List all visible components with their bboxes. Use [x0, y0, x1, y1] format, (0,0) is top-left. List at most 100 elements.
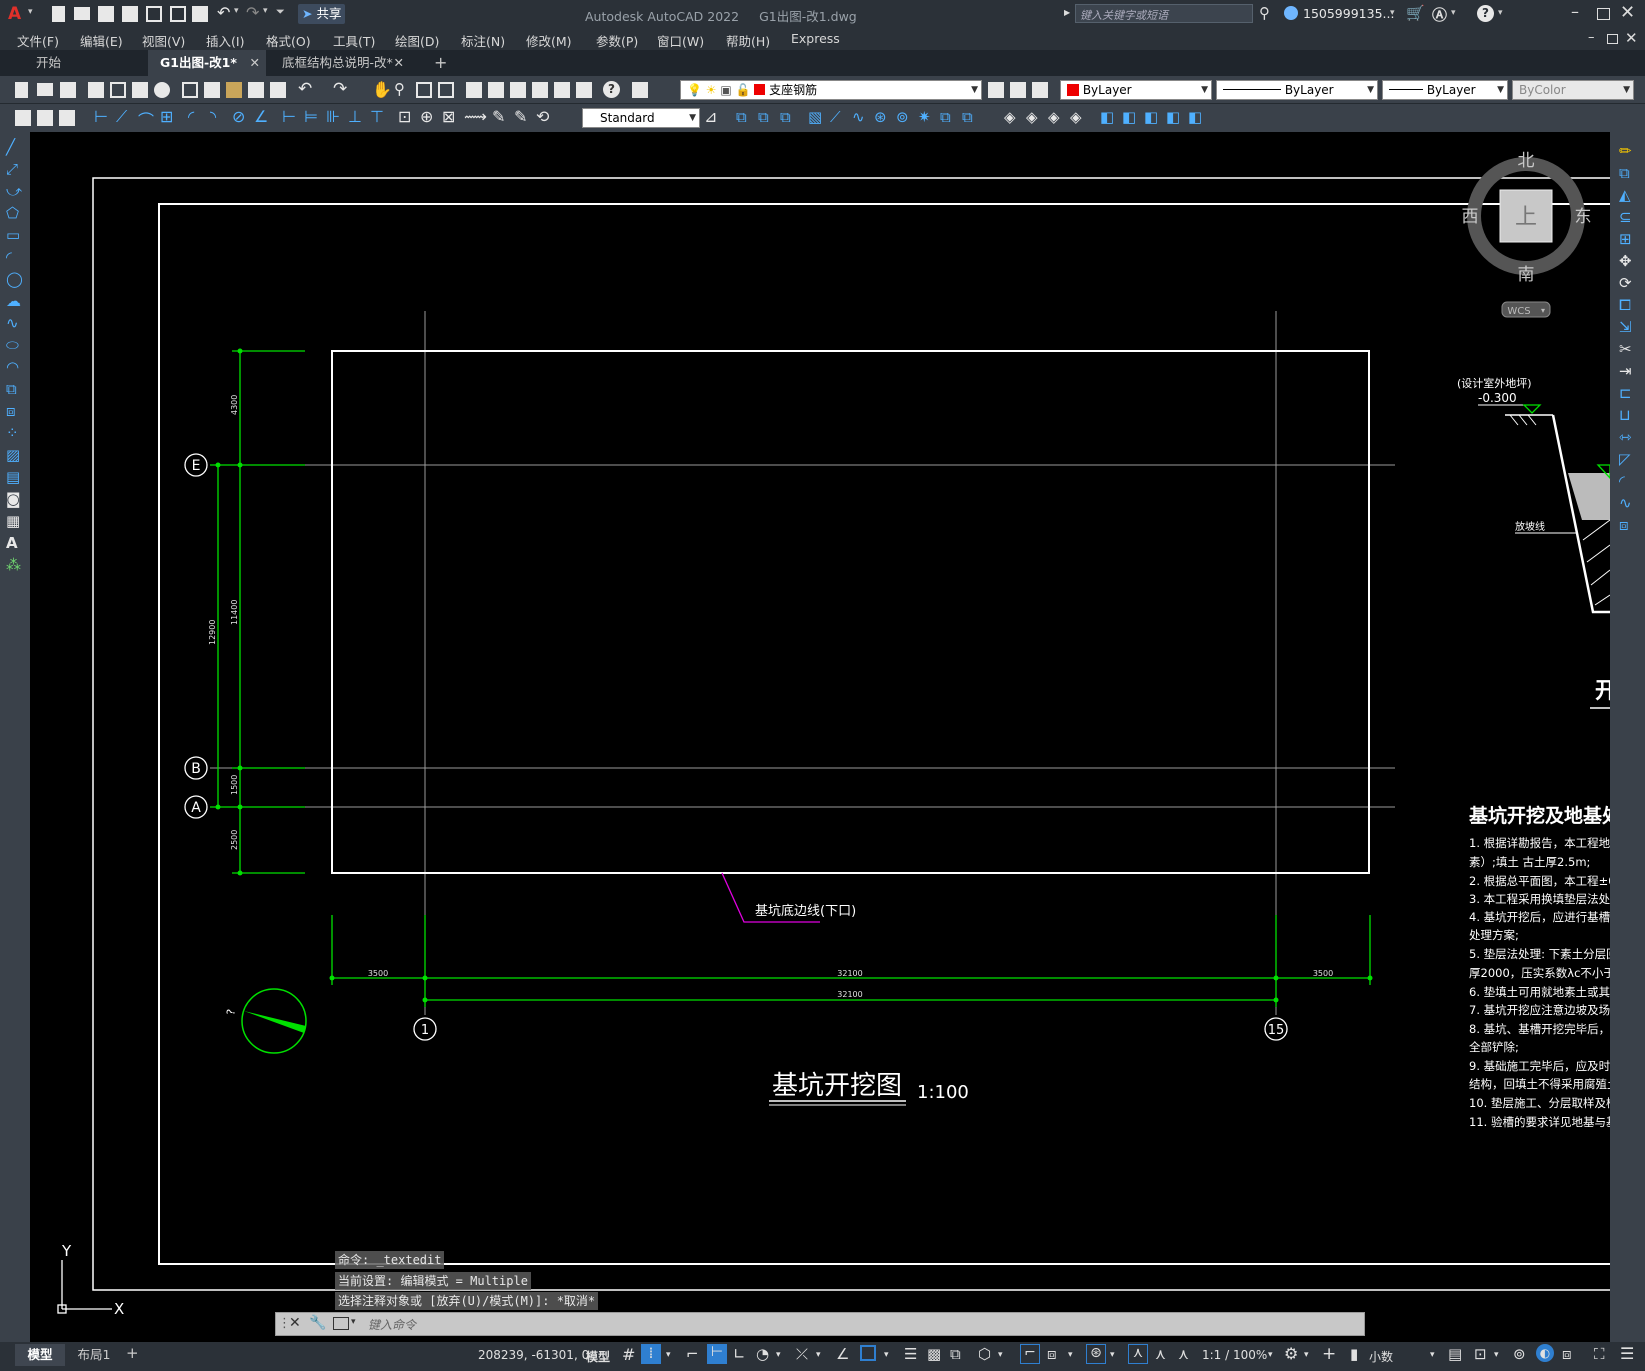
tab-notes[interactable]: 底框结构总说明-改* ✕ [270, 50, 410, 76]
menu-insert[interactable]: 插入(I) [206, 31, 244, 50]
menu-tools[interactable]: 工具(T) [333, 31, 375, 50]
menu-parametric[interactable]: 参数(P) [596, 31, 638, 50]
modify2-draworder3-icon[interactable]: ⧉ [780, 108, 791, 126]
rotate-icon[interactable]: ⟳ [1619, 274, 1637, 296]
3d-osnap-icon[interactable]: ⬡ [978, 1345, 991, 1363]
hardware-accel-icon[interactable]: ◐ [1536, 1344, 1554, 1362]
search-input[interactable]: 键入关键字或短语 [1075, 4, 1253, 23]
units-icon[interactable]: ▮ [1350, 1345, 1358, 1363]
inspect-icon[interactable]: ⊠ [442, 107, 455, 126]
jogged-linear-icon[interactable]: ⟿ [464, 107, 487, 126]
autoscale-icon[interactable]: ⋏ [1155, 1345, 1166, 1363]
menu-help[interactable]: 帮助(H) [726, 31, 770, 50]
wcs-label[interactable]: WCS [1507, 306, 1530, 317]
infer-icon[interactable]: ⌐ [686, 1345, 699, 1363]
autocad-logo-icon[interactable]: A [8, 4, 28, 24]
tb-pan-icon[interactable]: ✋ [372, 80, 392, 99]
ellipse-arc-icon[interactable]: ◠ [6, 358, 24, 380]
tb-zoom-realtime-icon[interactable]: ⚲ [394, 80, 405, 98]
tb-redo-icon[interactable]: ↷ [333, 79, 347, 99]
workspace-gear-icon[interactable]: ⚙ [1284, 1344, 1298, 1363]
break-point-icon[interactable]: ⊏ [1619, 384, 1637, 406]
break-icon[interactable]: ⊔ [1619, 406, 1637, 428]
tb-paste-icon[interactable] [226, 82, 242, 98]
menu-format[interactable]: 格式(O) [266, 31, 311, 50]
osnap-dropdown-icon[interactable]: ▾ [884, 1350, 889, 1360]
user-dropdown-icon[interactable]: ▾ [1390, 8, 1395, 18]
3d-osnap-dropdown-icon[interactable]: ▾ [998, 1350, 1003, 1360]
command-recent-dropdown-icon[interactable]: ▾ [351, 1317, 356, 1327]
tolerance-icon[interactable]: ⊡ [398, 107, 411, 126]
cart-icon[interactable]: 🛒 [1406, 4, 1425, 22]
modify2-draworder2-icon[interactable]: ⧉ [758, 108, 769, 126]
make-block-icon[interactable]: ⧈ [6, 402, 24, 424]
menu-draw[interactable]: 绘图(D) [395, 31, 439, 50]
polar-dropdown-icon[interactable]: ▾ [776, 1350, 781, 1360]
doc-restore-icon[interactable] [1607, 34, 1618, 44]
lock-ui-icon[interactable]: ⊡ [1474, 1345, 1487, 1363]
tab-g1-close-icon[interactable]: ✕ [250, 50, 260, 76]
modify2-blockedit-icon[interactable]: ⊚ [896, 108, 909, 126]
modify2-stretch-icon[interactable]: ⧉ [962, 108, 973, 126]
command-settings-icon[interactable]: 🔧 [309, 1315, 326, 1331]
dim-break-icon[interactable]: ⊤ [370, 107, 384, 126]
save-as-icon[interactable] [122, 6, 138, 22]
tab-notes-close-icon[interactable]: ✕ [394, 50, 404, 76]
solid-edit2-icon[interactable]: ◧ [1100, 108, 1114, 126]
tb-save-icon[interactable] [60, 82, 76, 98]
help-icon[interactable]: ? [1477, 5, 1494, 22]
ellipse-icon[interactable]: ⬭ [6, 336, 24, 358]
dynamic-input-icon[interactable]: ⊢ [707, 1344, 727, 1364]
quick-properties-icon[interactable]: ▤ [1448, 1345, 1462, 1363]
menu-modify[interactable]: 修改(M) [526, 31, 572, 50]
annotation-visibility-icon[interactable]: ⋏ [1128, 1344, 1148, 1364]
model-space-button[interactable]: 模型 [586, 1348, 610, 1365]
tb-pasteclip-icon[interactable] [248, 82, 264, 98]
tb-3ddwf-icon[interactable] [154, 82, 170, 98]
tb-markup-icon[interactable] [554, 82, 570, 98]
command-close-icon[interactable]: ✕ [289, 1315, 301, 1331]
dim-linear-icon[interactable]: ⊢ [94, 107, 108, 126]
maximize-icon[interactable] [1597, 8, 1610, 20]
polygon-icon[interactable]: ⬠ [6, 204, 24, 226]
layer-combo[interactable]: 💡 ☀ ▣ 🔓 支座钢筋 ▼ [680, 80, 982, 100]
object-tracking-icon[interactable]: ∠ [836, 1345, 849, 1363]
annotation-scale-icon[interactable]: ⋏ [1178, 1345, 1189, 1363]
tb-zoom-window-icon[interactable] [416, 82, 432, 98]
mtext-icon[interactable]: A [6, 534, 24, 556]
color-combo[interactable]: ByLayer ▼ [1060, 80, 1212, 100]
dim-arc-icon[interactable]: ⌒ [138, 107, 154, 131]
open-file-icon[interactable] [74, 7, 90, 20]
doc-minimize-icon[interactable]: – [1588, 30, 1595, 45]
tb-zoom-previous-icon[interactable] [438, 82, 454, 98]
tb-cut-icon[interactable] [182, 82, 198, 98]
polar-icon[interactable]: ◔ [756, 1345, 769, 1363]
viewcube-south[interactable]: 南 [1518, 265, 1535, 285]
center-mark-icon[interactable]: ⊕ [420, 107, 433, 126]
user-icon[interactable] [1284, 6, 1298, 20]
undo-icon[interactable]: ↶ [217, 3, 230, 22]
solid-edit1-icon[interactable]: ◈ [1070, 108, 1082, 126]
tab-start[interactable]: 开始 [24, 50, 144, 76]
customize-qat-icon[interactable]: ⏷ [276, 5, 285, 19]
modify2-splinedit-icon[interactable]: ∿ [852, 108, 865, 126]
viewcube-west[interactable]: 西 [1462, 207, 1479, 227]
viewcube-north[interactable]: 北 [1518, 151, 1535, 171]
tb-calc-icon[interactable] [576, 82, 592, 98]
trim-icon[interactable]: ✂ [1619, 340, 1637, 362]
isolate-objects-icon[interactable]: ⊚ [1513, 1345, 1526, 1363]
blend-icon[interactable]: ∿ [1619, 494, 1637, 516]
extend-icon[interactable]: ⇥ [1619, 362, 1637, 384]
selection-filter-icon[interactable]: ⧈ [1047, 1345, 1057, 1363]
modify2-hatchedit-icon[interactable]: ▧ [808, 108, 822, 126]
arc-icon[interactable]: ◜ [6, 248, 24, 270]
new-tab-button[interactable]: + [422, 50, 452, 76]
tb-undo-icon[interactable]: ↶ [298, 79, 312, 99]
move-icon[interactable]: ✥ [1619, 252, 1637, 274]
fullscreen-icon[interactable]: ⛶ [1594, 1345, 1605, 1363]
a360-dropdown-icon[interactable]: ▾ [1451, 8, 1456, 18]
add-layout-icon[interactable]: + [126, 1344, 139, 1362]
search-expand-icon[interactable]: ▶ [1064, 8, 1070, 17]
modify2-explode-icon[interactable]: ✷ [918, 108, 931, 126]
insert-block-icon[interactable]: ⧉ [6, 380, 24, 402]
